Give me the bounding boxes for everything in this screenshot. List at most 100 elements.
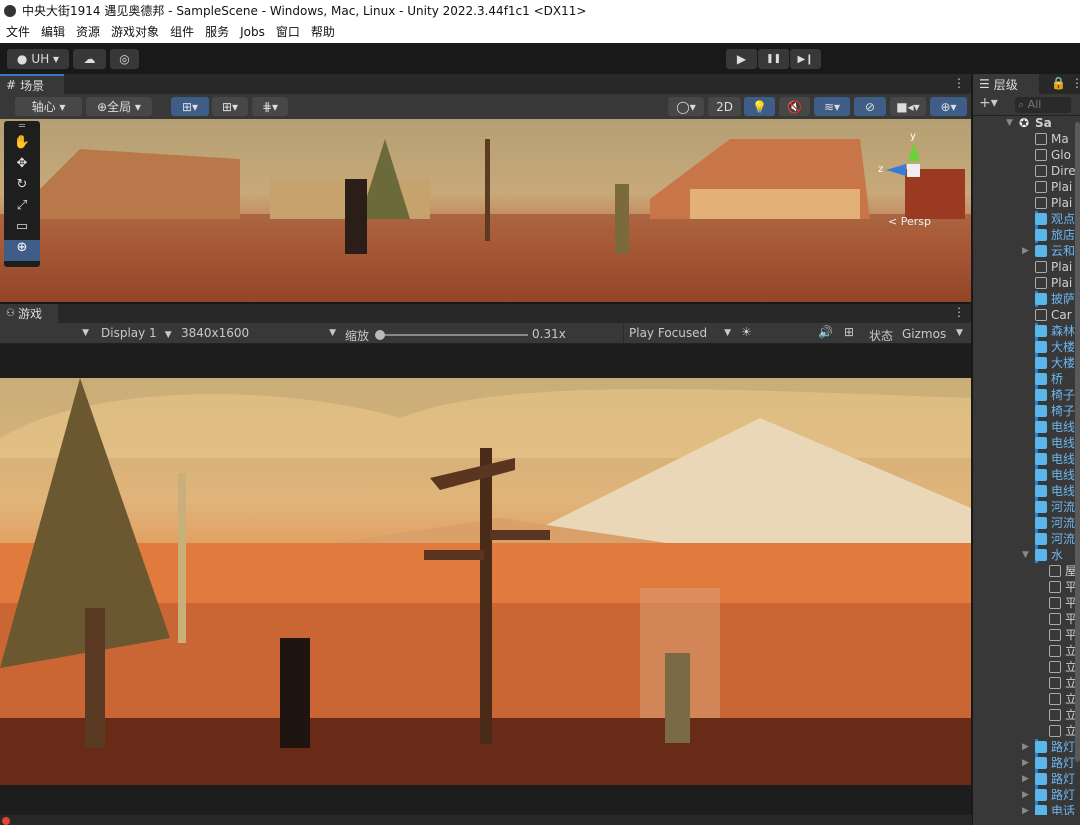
display-dropdown[interactable]: Display 1 ▼ [95, 323, 175, 344]
scene-visibility-toggle[interactable]: ⊘ [854, 97, 886, 116]
hierarchy-item[interactable]: Plai [973, 259, 1080, 275]
axis-center-cube[interactable] [907, 164, 920, 177]
hierarchy-item[interactable]: 电线 [973, 467, 1080, 483]
expand-arrow-icon[interactable]: ▶ [1022, 771, 1029, 787]
snap-increment-button[interactable]: ⊞▾ [212, 97, 248, 116]
shortcuts-grid-icon[interactable]: ⊞ [844, 325, 854, 339]
hierarchy-item[interactable]: 桥 [973, 371, 1080, 387]
2d-toggle[interactable]: 2D [708, 97, 741, 116]
drag-handle-icon[interactable]: ═ [4, 121, 40, 135]
mute-audio-icon[interactable]: 🔊 [818, 325, 833, 339]
hierarchy-item[interactable]: ▼ 水 [973, 547, 1080, 563]
hierarchy-item[interactable]: ▶ 云和 [973, 243, 1080, 259]
gizmos-dropdown[interactable]: ⊕▾ [930, 97, 967, 116]
tab-hierarchy[interactable]: ☰ 层级 [973, 74, 1039, 94]
hierarchy-item[interactable]: ▶ 路灯 [973, 771, 1080, 787]
scale-slider-thumb[interactable] [375, 330, 385, 340]
menu-window[interactable]: 窗口 [276, 22, 300, 43]
scale-slider[interactable] [375, 330, 528, 340]
axis-z-arrow[interactable] [886, 164, 906, 176]
hierarchy-item[interactable]: 平 [973, 595, 1080, 611]
hierarchy-item[interactable]: 平 [973, 579, 1080, 595]
hierarchy-item[interactable]: ▶ 路灯 [973, 787, 1080, 803]
grid-visibility-button[interactable]: ⋕▾ [252, 97, 288, 116]
game-view[interactable] [0, 378, 971, 785]
rect-tool-icon[interactable]: ▭ [4, 219, 40, 240]
cloud-button[interactable]: ☁ [73, 49, 106, 69]
menu-gameobject[interactable]: 游戏对象 [111, 22, 159, 43]
expand-arrow-icon[interactable]: ▶ [1022, 787, 1029, 803]
resolution-dropdown[interactable]: 3840x1600 ▼ [176, 323, 340, 344]
hierarchy-item[interactable]: 立 [973, 659, 1080, 675]
hierarchy-item[interactable]: 观点 [973, 211, 1080, 227]
menu-help[interactable]: 帮助 [311, 22, 335, 43]
expand-arrow-icon[interactable]: ▶ [1022, 243, 1029, 259]
hand-tool-icon[interactable]: ✋ [4, 135, 40, 156]
hierarchy-item[interactable]: 电线 [973, 435, 1080, 451]
pause-button[interactable]: ❚❚ [758, 49, 789, 69]
lighting-toggle[interactable]: 💡 [744, 97, 775, 116]
hierarchy-item[interactable]: 电线 [973, 419, 1080, 435]
play-button[interactable]: ▶ [726, 49, 757, 69]
hierarchy-item[interactable]: 大楼 [973, 339, 1080, 355]
lock-icon[interactable]: 🔒 [1051, 76, 1066, 90]
orientation-gizmo[interactable]: y z < Persp [878, 131, 948, 228]
hierarchy-item[interactable]: ▼ ✪ Sa [973, 115, 1080, 131]
scene-more-icon[interactable]: ⋮ [953, 76, 965, 90]
hierarchy-item[interactable]: Plai [973, 179, 1080, 195]
hierarchy-item[interactable]: 河流 [973, 531, 1080, 547]
tab-scene[interactable]: # 场景 [0, 74, 64, 94]
menu-assets[interactable]: 资源 [76, 22, 100, 43]
move-tool-icon[interactable]: ✥ [4, 156, 40, 177]
audio-toggle[interactable]: 🔇 [779, 97, 810, 116]
menu-jobs[interactable]: Jobs [240, 22, 265, 43]
collab-button[interactable]: ◎ [110, 49, 139, 69]
account-button[interactable]: ● UH ▾ [7, 49, 69, 69]
hierarchy-item[interactable]: 立 [973, 723, 1080, 739]
hierarchy-item[interactable]: 电线 [973, 451, 1080, 467]
game-view-dropdown[interactable]: ▼ [0, 323, 93, 344]
create-button[interactable]: +▾ [979, 95, 998, 111]
rotate-tool-icon[interactable]: ↻ [4, 177, 40, 198]
menu-services[interactable]: 服务 [205, 22, 229, 43]
hierarchy-item[interactable]: 立 [973, 691, 1080, 707]
hierarchy-item[interactable]: 大楼 [973, 355, 1080, 371]
expand-arrow-icon[interactable]: ▶ [1022, 803, 1029, 815]
gizmos-button[interactable]: Gizmos [902, 327, 946, 341]
expand-arrow-icon[interactable]: ▶ [1022, 739, 1029, 755]
hierarchy-item[interactable]: ▶ 路灯 [973, 739, 1080, 755]
menu-component[interactable]: 组件 [170, 22, 194, 43]
hierarchy-item[interactable]: Plai [973, 275, 1080, 291]
hierarchy-item[interactable]: Ma [973, 131, 1080, 147]
effects-dropdown[interactable]: ≋▾ [814, 97, 850, 116]
transform-tool-icon[interactable]: ⊕ [4, 240, 40, 261]
hierarchy-item[interactable]: 椅子 [973, 403, 1080, 419]
pivot-dropdown[interactable]: 轴心 ▾ [15, 97, 82, 116]
hierarchy-more-icon[interactable]: ⋮ [1071, 76, 1080, 90]
error-icon[interactable] [2, 817, 10, 825]
hierarchy-item[interactable]: 立 [973, 643, 1080, 659]
stats-button[interactable]: 状态 [869, 327, 893, 344]
perspective-label[interactable]: < Persp [888, 215, 931, 228]
hierarchy-item[interactable]: 平 [973, 611, 1080, 627]
scene-view[interactable] [0, 119, 971, 302]
scale-tool-icon[interactable]: ⤢ [4, 198, 40, 219]
hierarchy-item[interactable]: 电线 [973, 483, 1080, 499]
camera-dropdown[interactable]: ■◂▾ [890, 97, 926, 116]
hierarchy-item[interactable]: 森林 [973, 323, 1080, 339]
menu-edit[interactable]: 编辑 [41, 22, 65, 43]
expand-arrow-icon[interactable]: ▼ [1022, 547, 1029, 563]
step-button[interactable]: ▶❙ [790, 49, 821, 69]
hierarchy-item[interactable]: Plai [973, 195, 1080, 211]
hierarchy-item[interactable]: Car [973, 307, 1080, 323]
hierarchy-item[interactable]: 屋 [973, 563, 1080, 579]
game-more-icon[interactable]: ⋮ [953, 305, 965, 319]
hierarchy-item[interactable]: Glo [973, 147, 1080, 163]
hierarchy-item[interactable]: 河流 [973, 515, 1080, 531]
hierarchy-search-input[interactable]: ⌕ All [1015, 97, 1071, 113]
draw-mode-dropdown[interactable]: ◯▾ [668, 97, 704, 116]
hierarchy-item[interactable]: 河流 [973, 499, 1080, 515]
tab-game[interactable]: ⚇ 游戏 [0, 304, 58, 323]
hierarchy-item[interactable]: ▶ 路灯 [973, 755, 1080, 771]
expand-arrow-icon[interactable]: ▶ [1022, 755, 1029, 771]
